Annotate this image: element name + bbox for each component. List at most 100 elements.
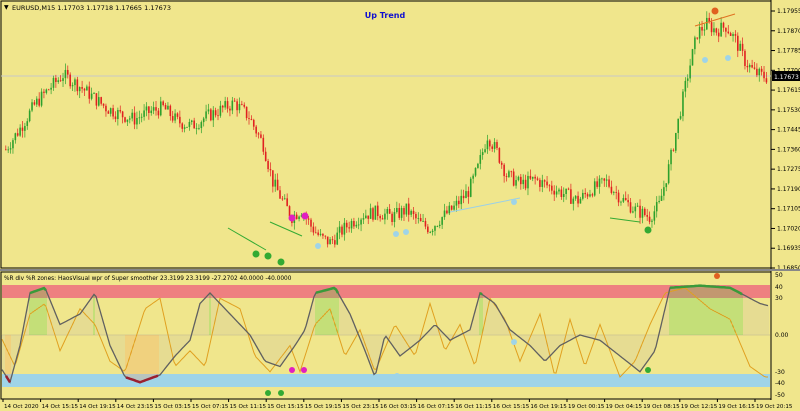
candle-body — [434, 226, 436, 231]
candle-body — [391, 213, 393, 222]
candle-body — [169, 105, 172, 117]
candle-body — [9, 148, 12, 150]
candle-body — [248, 118, 250, 119]
candle-body — [45, 89, 48, 93]
marker-icon — [645, 367, 651, 373]
price-tick-label: 1.17615 — [777, 87, 800, 94]
candle-body — [338, 226, 341, 233]
candle-body — [12, 140, 14, 149]
candle-body — [558, 189, 560, 192]
candle-body — [436, 225, 439, 227]
candle-body — [591, 194, 594, 196]
candle-body — [348, 227, 350, 229]
candle-body — [252, 119, 255, 127]
candle-body — [536, 178, 539, 180]
candle-body — [78, 87, 81, 92]
time-tick-label: 19 Oct 16:15 — [718, 404, 755, 410]
candle-body — [596, 181, 598, 187]
candle-body — [734, 34, 737, 36]
candle-body — [205, 111, 207, 119]
candle-body — [431, 230, 434, 233]
candle-body — [64, 69, 67, 79]
candle-body — [670, 149, 672, 165]
candle-body — [584, 192, 587, 195]
candle-body — [272, 170, 274, 187]
candle-body — [95, 93, 98, 106]
candle-body — [50, 87, 52, 90]
candle-body — [753, 67, 756, 69]
candle-body — [164, 105, 167, 110]
candle-body — [193, 120, 195, 129]
candle-body — [446, 210, 448, 214]
candle-body — [71, 85, 74, 87]
upper-zone — [2, 285, 770, 298]
trend-annotation: Up Trend — [365, 11, 406, 20]
candle-body — [388, 209, 391, 214]
candle-body — [90, 93, 93, 99]
marker-icon — [725, 55, 731, 61]
candle-body — [574, 195, 577, 199]
candle-body — [238, 103, 241, 111]
candle-body — [33, 102, 36, 105]
candle-body — [40, 91, 43, 106]
candle-body — [131, 112, 133, 119]
candle-body — [350, 220, 353, 229]
candle-body — [379, 215, 381, 219]
price-tick-label: 1.17275 — [777, 166, 800, 173]
price-tick-label: 1.17785 — [777, 48, 800, 55]
candle-body — [472, 175, 474, 179]
candle-body — [207, 109, 210, 112]
candle-body — [539, 179, 541, 187]
time-tick-label: 15 Oct 15:15 — [267, 404, 304, 410]
time-tick-label: 19 Oct 00:15 — [568, 404, 605, 410]
candle-body — [281, 198, 284, 200]
time-tick-label: 16 Oct 07:15 — [418, 404, 455, 410]
candle-body — [136, 118, 138, 125]
candle-body — [102, 103, 105, 106]
candle-body — [713, 28, 715, 33]
candle-body — [276, 179, 279, 191]
marker-icon — [265, 390, 271, 396]
candle-body — [124, 117, 126, 122]
main-chart-area[interactable] — [0, 0, 772, 269]
candle-body — [7, 149, 9, 151]
candle-body — [646, 215, 648, 217]
candle-body — [307, 218, 310, 220]
candle-body — [689, 65, 691, 79]
candle-body — [5, 149, 7, 151]
candle-body — [76, 79, 79, 92]
candle-body — [250, 118, 253, 120]
candle-body — [443, 210, 446, 218]
marker-icon — [264, 252, 272, 260]
candle-body — [148, 106, 150, 114]
candle-body — [467, 191, 470, 197]
candle-body — [639, 205, 641, 218]
candle-body — [748, 65, 751, 68]
candle-body — [741, 43, 744, 51]
candle-body — [221, 105, 224, 108]
candle-body — [732, 34, 734, 36]
candle-body — [86, 86, 88, 91]
candle-body — [267, 160, 269, 170]
svg-text:40: 40 — [775, 284, 783, 291]
trading-chart-window[interactable]: ▼ EURUSD,M15 1.17703 1.17718 1.17665 1.1… — [0, 0, 800, 411]
candle-body — [448, 205, 451, 214]
candle-body — [660, 195, 663, 201]
candle-body — [675, 132, 677, 151]
candle-body — [629, 202, 632, 213]
candle-body — [233, 100, 236, 102]
marker-icon — [277, 258, 285, 266]
current-price-label: 1.17673 — [774, 74, 799, 81]
candle-body — [458, 200, 460, 205]
candle-body — [47, 89, 50, 91]
candle-body — [503, 164, 505, 177]
candle-body — [577, 195, 579, 204]
candle-body — [119, 110, 122, 112]
candle-body — [729, 33, 732, 36]
candle-body — [627, 200, 629, 203]
candle-body — [589, 194, 591, 197]
time-tick-label: 15 Oct 11:15 — [230, 404, 267, 410]
candle-body — [474, 167, 477, 176]
candle-body — [567, 188, 570, 190]
chart-toggle-icon[interactable]: ▼ — [4, 4, 9, 11]
